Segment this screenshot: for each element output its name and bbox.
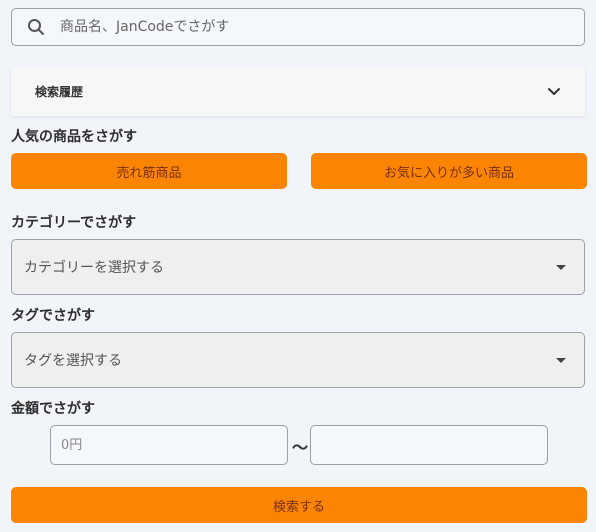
category-section-title: カテゴリーでさがす bbox=[11, 215, 137, 231]
search-icon bbox=[27, 18, 45, 36]
tag-section-title: タグでさがす bbox=[11, 308, 95, 324]
popular-section-title: 人気の商品をさがす bbox=[11, 129, 137, 145]
category-select-placeholder: カテゴリーを選択する bbox=[24, 260, 164, 276]
price-range-separator: 〜 bbox=[292, 438, 309, 457]
min-price-input[interactable] bbox=[50, 425, 288, 465]
tag-select[interactable]: タグを選択する bbox=[11, 332, 585, 388]
triangle-down-icon[interactable] bbox=[556, 357, 566, 363]
max-price-input[interactable] bbox=[310, 425, 548, 465]
search-submit-button[interactable]: 検索する bbox=[11, 487, 587, 523]
search-history-toggle[interactable]: 検索履歴 bbox=[11, 67, 585, 116]
search-history-label: 検索履歴 bbox=[35, 85, 84, 99]
popular-favorites-button[interactable]: お気に入りが多い商品 bbox=[311, 153, 587, 189]
best-sellers-button[interactable]: 売れ筋商品 bbox=[11, 153, 287, 189]
tag-select-placeholder: タグを選択する bbox=[24, 353, 122, 369]
search-box[interactable] bbox=[11, 8, 585, 46]
triangle-down-icon[interactable] bbox=[556, 264, 566, 270]
search-input[interactable] bbox=[60, 19, 560, 35]
chevron-down-icon[interactable] bbox=[547, 85, 561, 99]
price-section-title: 金額でさがす bbox=[11, 401, 95, 417]
category-select[interactable]: カテゴリーを選択する bbox=[11, 239, 585, 295]
